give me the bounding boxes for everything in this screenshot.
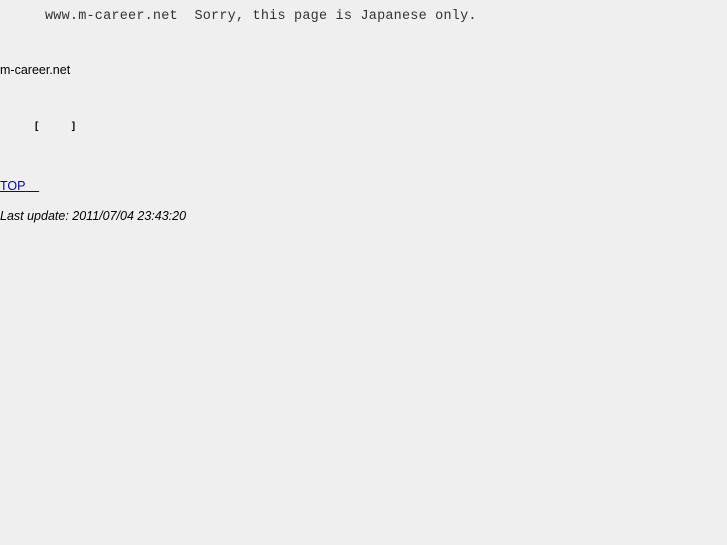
- last-update-timestamp: Last update: 2011/07/04 23:43:20: [0, 209, 187, 223]
- notice-message: Sorry, this page is Japanese only.: [194, 9, 477, 24]
- notice-site: www.m-career.net: [45, 9, 178, 24]
- bracket-close: ]: [71, 121, 76, 132]
- top-link-label: TOP: [0, 179, 26, 193]
- japanese-only-notice: www.m-career.net Sorry, this page is Jap…: [45, 9, 477, 24]
- site-name: m-career.net: [0, 63, 71, 77]
- bracket-line: [ ]: [35, 121, 75, 132]
- top-link[interactable]: TOP: [0, 179, 39, 193]
- bracket-open: [: [35, 121, 39, 132]
